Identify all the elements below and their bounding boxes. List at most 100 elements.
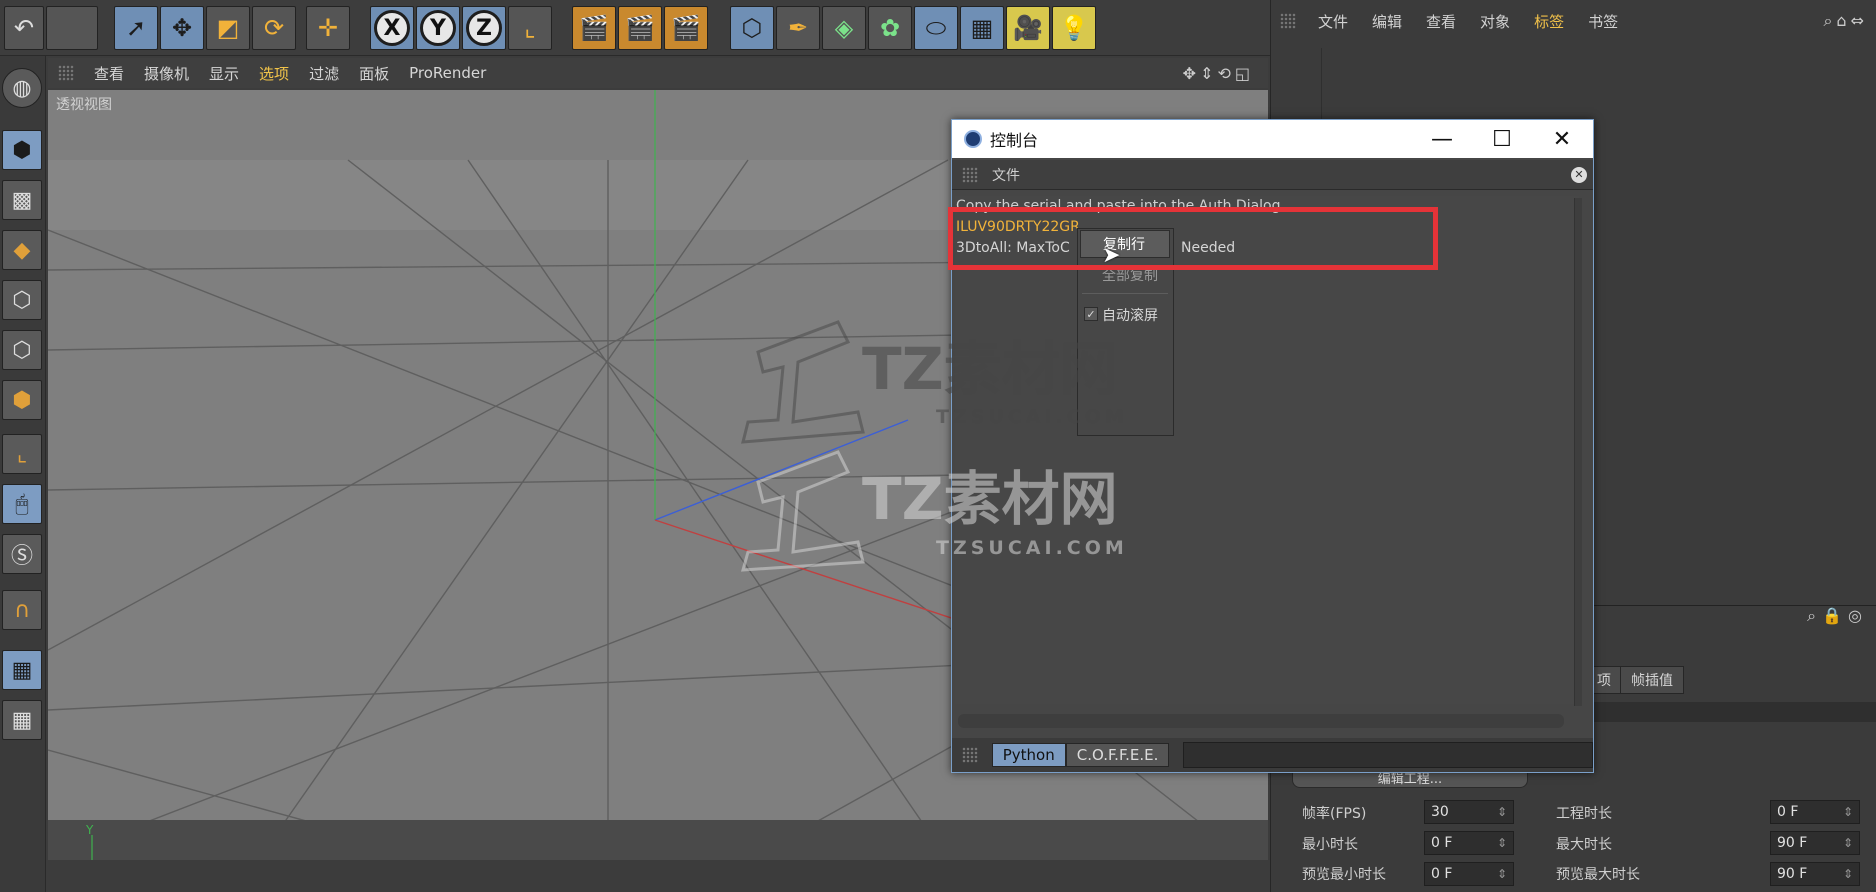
preview-min-time-field[interactable]: 0 F (1424, 862, 1514, 886)
viewport-menu-filter[interactable]: 过滤 (299, 63, 349, 84)
subdivision-button[interactable]: ◈ (822, 6, 866, 50)
object-menu-objects[interactable]: 对象 (1468, 11, 1522, 32)
minimize-button[interactable]: — (1418, 120, 1466, 158)
close-button[interactable]: ✕ (1538, 120, 1586, 158)
object-menu-edit[interactable]: 编辑 (1360, 11, 1414, 32)
edges-cube-icon: ⬡ (12, 337, 32, 363)
render-settings-button[interactable]: 🎬 (664, 6, 708, 50)
lock-grid-icon: ▦ (11, 657, 33, 683)
object-menu-view[interactable]: 查看 (1414, 11, 1468, 32)
undo-icon: ↶ (13, 14, 35, 42)
watermark-domain-2: TZSUCAI.COM (936, 537, 1128, 559)
object-menu-tags[interactable]: 标签 (1522, 11, 1576, 32)
axis-y-button[interactable]: Y (416, 6, 460, 50)
points-mode-button[interactable]: ⬡ (2, 280, 42, 320)
render-view-button[interactable]: 🎬 (572, 6, 616, 50)
polygons-mode-button[interactable]: ⬢ (2, 380, 42, 420)
workplane-mode-button[interactable]: ◆ (2, 230, 42, 270)
floor-grid-icon: ▦ (970, 14, 994, 42)
drag-grip-icon[interactable] (58, 65, 74, 81)
maximize-button[interactable]: ☐ (1478, 120, 1526, 158)
drag-grip-icon[interactable] (962, 166, 978, 183)
axis-x-button[interactable]: X (370, 6, 414, 50)
preview-max-time-field[interactable]: 90 F (1770, 862, 1860, 886)
axis-y-label: Y (420, 10, 456, 46)
fps-field[interactable]: 30 (1424, 800, 1514, 824)
checker-cube-icon: ▩ (11, 187, 33, 213)
light-button[interactable]: 💡 (1052, 6, 1096, 50)
render-picture-viewer-button[interactable]: 🎬 (618, 6, 662, 50)
project-duration-field[interactable]: 0 F (1770, 800, 1860, 824)
console-scrollbar[interactable] (1574, 198, 1582, 706)
viewport-menu-display[interactable]: 显示 (199, 63, 249, 84)
coordinate-system-button[interactable]: ⌞ (508, 6, 552, 50)
tab-python[interactable]: Python (991, 743, 1066, 767)
close-icon: ✕ (1552, 126, 1572, 152)
camera-button[interactable]: 🎥 (1006, 6, 1050, 50)
viewport-menu-prorender[interactable]: ProRender (399, 64, 496, 82)
console-input-bar: Python C.O.F.F.E.E. (952, 738, 1593, 772)
drag-grip-icon[interactable] (962, 747, 978, 763)
transform-tool-button[interactable]: ✛ (306, 6, 350, 50)
cinema4d-logo-icon (964, 130, 982, 148)
edges-mode-button[interactable]: ⬡ (2, 330, 42, 370)
move-tool-button[interactable]: ✥ (160, 6, 204, 50)
tab-coffee[interactable]: C.O.F.F.E.E. (1065, 743, 1170, 767)
min-time-field[interactable]: 0 F (1424, 831, 1514, 855)
viewport-nav-icons[interactable]: ✥⇕⟲◱ (1183, 64, 1254, 83)
select-tool-button[interactable]: ➚ (114, 6, 158, 50)
solo-button[interactable]: Ⓢ (2, 534, 42, 574)
red-highlight-box (948, 207, 1438, 270)
tweak-mode-button[interactable]: 🖱 (2, 484, 42, 524)
console-output[interactable] (955, 196, 1579, 704)
cube-icon: ⬢ (12, 137, 32, 163)
max-time-field[interactable]: 90 F (1770, 831, 1860, 855)
cube-button[interactable]: ⬡ (730, 6, 774, 50)
make-editable-button[interactable]: ◍ (2, 68, 42, 108)
preview-min-time-label: 预览最小时长 (1302, 867, 1386, 883)
pen-tool-button[interactable]: ✒ (776, 6, 820, 50)
panel-close-icon[interactable]: ✕ (1571, 166, 1587, 183)
model-mode-button[interactable]: ⬢ (2, 130, 42, 170)
axis-z-label: Z (466, 10, 502, 46)
rotate-tool-button[interactable]: ⟳ (252, 6, 296, 50)
axis-mode-button[interactable]: ⌞ (2, 434, 42, 474)
fps-label: 帧率(FPS) (1302, 806, 1367, 822)
viewport-menu-cameras[interactable]: 摄像机 (134, 63, 199, 84)
workplane-lock-button[interactable]: ▦ (2, 650, 42, 690)
attribute-tab-interpolation[interactable]: 帧插值 (1620, 666, 1684, 694)
rotate-icon: ⟳ (263, 14, 285, 42)
mouse-icon: 🖱 (15, 491, 29, 517)
sphere-grid-icon: ◍ (12, 75, 32, 101)
console-menu-file[interactable]: 文件 (992, 165, 1020, 185)
redo-button[interactable] (46, 6, 98, 50)
viewport-menu-panel[interactable]: 面板 (349, 63, 399, 84)
min-time-label: 最小时长 (1302, 837, 1358, 853)
drag-grip-icon[interactable] (1280, 13, 1296, 29)
object-search-home-icons[interactable]: ⌕⌂⇔ (1823, 11, 1868, 31)
floor-button[interactable]: ▦ (960, 6, 1004, 50)
axis-z-button[interactable]: Z (462, 6, 506, 50)
console-command-input[interactable] (1183, 742, 1593, 768)
viewport-view-label: 透视视图 (56, 97, 112, 113)
watermark-brand-1: TZ素材网 (862, 335, 1118, 403)
camera-icon: 🎥 (1013, 14, 1043, 42)
texture-mode-button[interactable]: ▩ (2, 180, 42, 220)
cinema4d-app: ↶ ➚ ✥ ◩ ⟳ ✛ X Y Z ⌞ 🎬 🎬 🎬 ⬡ ✒ ◈ ✿ ⬭ ▦ 🎥 … (0, 0, 1876, 892)
watermark-logo (740, 320, 865, 572)
undo-button[interactable]: ↶ (4, 6, 44, 50)
workplane-align-button[interactable]: ▦ (2, 700, 42, 740)
deformer-button[interactable]: ⬭ (914, 6, 958, 50)
snap-button[interactable]: ∩ (2, 590, 42, 630)
viewport-menu-options[interactable]: 选项 (249, 63, 299, 84)
scale-tool-button[interactable]: ◩ (206, 6, 250, 50)
cloner-button[interactable]: ✿ (868, 6, 912, 50)
console-hscrollbar[interactable] (958, 714, 1564, 728)
object-menu-bookmarks[interactable]: 书签 (1576, 11, 1630, 32)
solo-s-icon: Ⓢ (10, 544, 33, 569)
magnet-icon: ∩ (13, 597, 31, 623)
viewport-menu-view[interactable]: 查看 (84, 63, 134, 84)
attribute-toolbar-icons[interactable]: ⌕🔒◎ (1807, 606, 1868, 626)
axis-x-label: X (374, 10, 410, 46)
object-menu-file[interactable]: 文件 (1306, 11, 1360, 32)
